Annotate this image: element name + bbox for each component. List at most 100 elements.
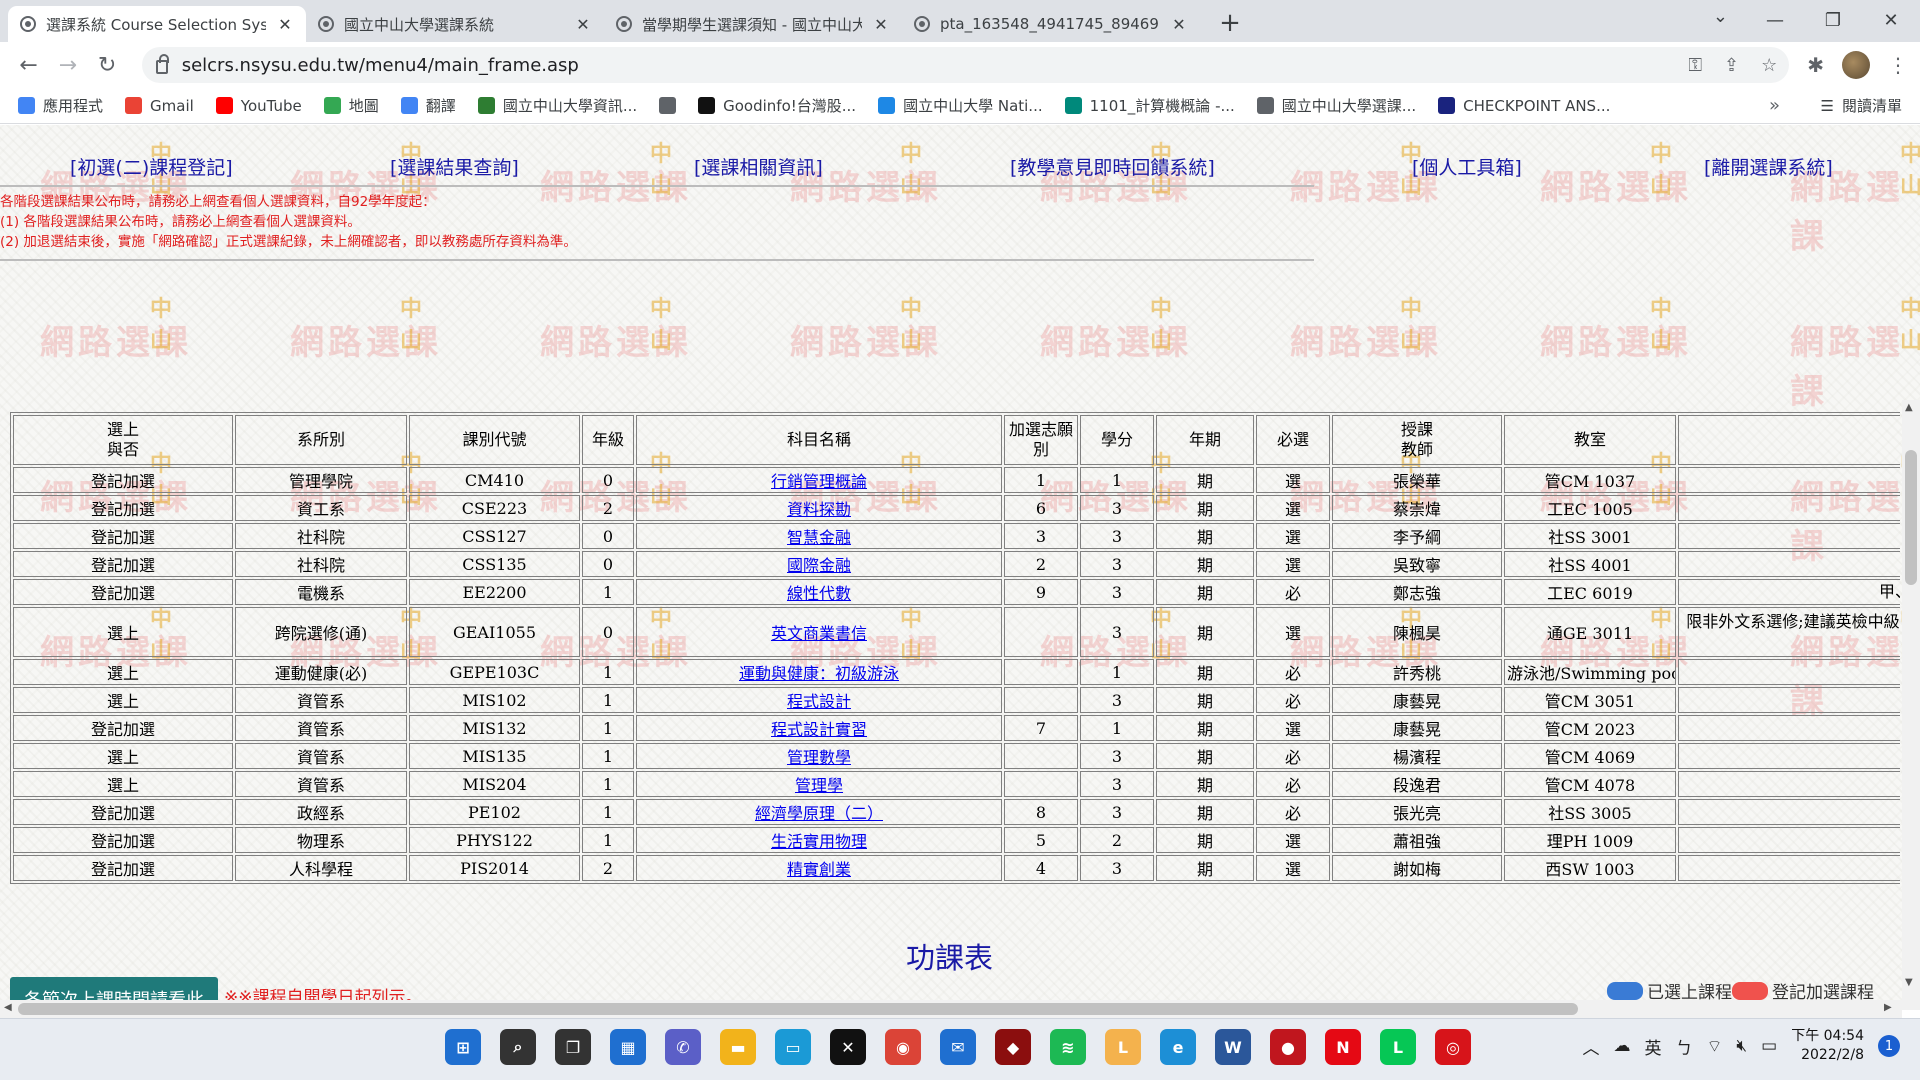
bookmark-item[interactable]: Gmail: [125, 97, 194, 115]
widgets-icon[interactable]: ▦: [610, 1029, 646, 1065]
reload-icon[interactable]: ↻: [90, 48, 123, 82]
browser-tab-4[interactable]: pta_163548_4941745_89469.p ✕: [902, 6, 1200, 42]
ime-mode-icon[interactable]: ㄅ: [1675, 1034, 1692, 1059]
course-name-link[interactable]: 國際金融: [787, 556, 851, 575]
close-window-icon[interactable]: ✕: [1862, 0, 1920, 40]
cell-status[interactable]: 登記加選: [13, 467, 233, 493]
close-tab-icon[interactable]: ✕: [276, 15, 294, 34]
avatar[interactable]: [1842, 51, 1871, 79]
mail-icon[interactable]: ✉: [940, 1029, 976, 1065]
bookmark-item[interactable]: 地圖: [323, 95, 379, 116]
forward-arrow-icon[interactable]: →: [51, 48, 84, 82]
spotify-icon[interactable]: ≋: [1050, 1029, 1086, 1065]
course-name-link[interactable]: 程式設計: [787, 692, 851, 711]
course-name-link[interactable]: 精實創業: [787, 860, 851, 879]
bookmark-item[interactable]: 應用程式: [18, 95, 103, 116]
menu-exit-system[interactable]: [離開選課系統]: [1704, 153, 1833, 180]
chevron-up-icon[interactable]: ︿: [1582, 1034, 1599, 1059]
browser-tab-3[interactable]: 當學期學生選課須知 - 國立中山大 ✕: [604, 6, 902, 42]
menu-course-registration[interactable]: [初選(二)課程登記]: [70, 153, 233, 180]
file-explorer-icon[interactable]: ▬: [720, 1029, 756, 1065]
restore-icon[interactable]: ❐: [1804, 0, 1862, 40]
scroll-up-icon[interactable]: ▲: [1905, 402, 1913, 413]
search-icon[interactable]: ⌕: [500, 1029, 536, 1065]
bookmark-item[interactable]: 國立中山大學 Nati...: [878, 95, 1043, 116]
close-tab-icon[interactable]: ✕: [1170, 15, 1188, 34]
star-icon[interactable]: ☆: [1761, 55, 1777, 76]
course-name-link[interactable]: 程式設計實習: [771, 720, 867, 739]
chrome-icon[interactable]: ◉: [885, 1029, 921, 1065]
ime-indicator[interactable]: 英: [1644, 1034, 1661, 1059]
scroll-down-icon[interactable]: ▼: [1905, 977, 1913, 988]
more-menu-icon[interactable]: ⋮: [1888, 53, 1908, 77]
bookmarks-more-icon[interactable]: »: [1769, 95, 1780, 116]
monitor-icon[interactable]: ▭: [775, 1029, 811, 1065]
bookmark-item[interactable]: Goodinfo!台灣股...: [698, 95, 856, 116]
course-name-link[interactable]: 運動與健康：初級游泳: [739, 664, 899, 683]
course-name-link[interactable]: 行銷管理概論: [771, 472, 867, 491]
windows-start-icon[interactable]: ⊞: [445, 1029, 481, 1065]
game-icon[interactable]: ●: [1270, 1029, 1306, 1065]
line-icon[interactable]: L: [1380, 1029, 1416, 1065]
volume-icon[interactable]: 🔇︎: [1736, 1036, 1747, 1056]
cell-status[interactable]: 登記加選: [13, 551, 233, 577]
menu-personal-toolbox[interactable]: [個人工具箱]: [1412, 153, 1522, 180]
teams-chat-icon[interactable]: ✆: [665, 1029, 701, 1065]
scroll-thumb[interactable]: [18, 1003, 1578, 1015]
course-name-link[interactable]: 管理學: [795, 776, 843, 795]
app-red-icon[interactable]: ◆: [995, 1029, 1031, 1065]
live-icon[interactable]: L: [1105, 1029, 1141, 1065]
cell-status[interactable]: 登記加選: [13, 495, 233, 521]
bookmark-item[interactable]: 國立中山大學選課...: [1256, 95, 1416, 116]
scroll-right-icon[interactable]: ▶: [1884, 1002, 1892, 1013]
notification-badge[interactable]: 1: [1878, 1035, 1900, 1057]
course-name-link[interactable]: 資料探勘: [787, 500, 851, 519]
cell-status[interactable]: 登記加選: [13, 855, 233, 881]
course-name-link[interactable]: 智慧金融: [787, 528, 851, 547]
address-bar[interactable]: selcrs.nsysu.edu.tw/menu4/main_frame.asp…: [141, 47, 1790, 83]
minimize-icon[interactable]: —: [1746, 0, 1804, 40]
word-icon[interactable]: W: [1215, 1029, 1251, 1065]
menu-feedback-system[interactable]: [教學意見即時回饋系統]: [1010, 153, 1215, 180]
scroll-thumb[interactable]: [1905, 450, 1917, 585]
bookmark-item[interactable]: CHECKPOINT ANS...: [1438, 97, 1610, 115]
task-view-icon[interactable]: ❐: [555, 1029, 591, 1065]
scroll-left-icon[interactable]: ◀: [4, 1002, 12, 1013]
bookmark-item[interactable]: 翻譯: [400, 95, 456, 116]
cloud-icon[interactable]: ☁: [1613, 1036, 1630, 1056]
share-icon[interactable]: ⇪: [1724, 55, 1739, 76]
menu-result-query[interactable]: [選課結果查詢]: [390, 153, 519, 180]
course-name-link[interactable]: 生活實用物理: [771, 832, 867, 851]
app-red2-icon[interactable]: ◎: [1435, 1029, 1471, 1065]
close-tab-icon[interactable]: ✕: [872, 15, 890, 34]
cell-status[interactable]: 登記加選: [13, 827, 233, 853]
bookmark-item[interactable]: YouTube: [215, 97, 302, 115]
back-arrow-icon[interactable]: ←: [12, 48, 45, 82]
cell-status[interactable]: 登記加選: [13, 715, 233, 741]
cell-status[interactable]: 登記加選: [13, 799, 233, 825]
reading-list[interactable]: ☰ 閱讀清單: [1821, 95, 1902, 116]
browser-tab-2[interactable]: 國立中山大學選課系統 ✕: [306, 6, 604, 42]
bookmark-item[interactable]: [659, 97, 677, 114]
chevron-down-icon[interactable]: ⌄: [1713, 6, 1728, 27]
key-icon[interactable]: ⚿: [1688, 55, 1702, 76]
course-name-link[interactable]: 英文商業書信: [771, 624, 867, 643]
browser-tab-1[interactable]: 選課系統 Course Selection Syst ✕: [8, 6, 306, 42]
cell-status[interactable]: 登記加選: [13, 523, 233, 549]
menu-related-info[interactable]: [選課相關資訊]: [694, 153, 823, 180]
course-name-link[interactable]: 經濟學原理（二）: [755, 804, 883, 823]
cell-status[interactable]: 登記加選: [13, 579, 233, 605]
new-tab-button[interactable]: +: [1214, 8, 1246, 38]
bookmark-item[interactable]: 1101_計算機概論 -...: [1064, 95, 1235, 116]
extensions-icon[interactable]: ✱: [1807, 53, 1824, 77]
battery-icon[interactable]: ▭: [1761, 1036, 1777, 1056]
bookmark-item[interactable]: 國立中山大學資訊...: [477, 95, 637, 116]
course-name-link[interactable]: 管理數學: [787, 748, 851, 767]
vertical-scrollbar[interactable]: ▲ ▼: [1902, 400, 1920, 1010]
course-name-link[interactable]: 線性代數: [787, 584, 851, 603]
xbox-icon[interactable]: ✕: [830, 1029, 866, 1065]
close-tab-icon[interactable]: ✕: [574, 15, 592, 34]
netflix-icon[interactable]: N: [1325, 1029, 1361, 1065]
wifi-icon[interactable]: ⌔: [1706, 1036, 1722, 1057]
horizontal-scrollbar[interactable]: ◀ ▶: [0, 1000, 1902, 1018]
